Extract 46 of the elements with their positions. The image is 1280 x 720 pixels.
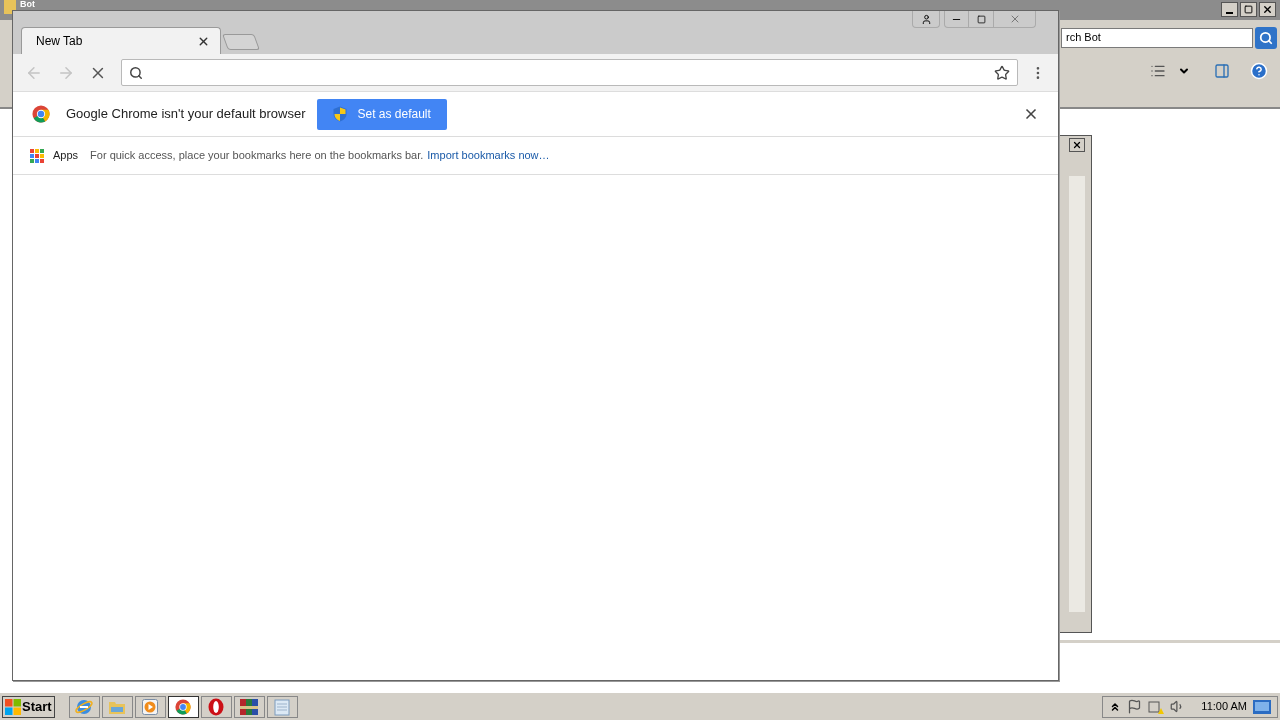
address-field[interactable] — [120, 59, 1019, 86]
window-title: Bot — [20, 0, 35, 9]
globe-icon — [75, 697, 94, 716]
chrome-logo-icon — [175, 698, 192, 715]
clock[interactable]: 11:00 AM — [1201, 698, 1247, 715]
books-icon — [239, 697, 260, 716]
close-button[interactable] — [1259, 2, 1276, 17]
search-icon — [128, 65, 143, 80]
apps-label[interactable]: Apps — [53, 147, 79, 164]
close-icon — [1072, 140, 1082, 150]
close-icon — [1262, 4, 1273, 15]
bookmarks-hint: For quick access, place your bookmarks here on the bookmarks bar. — [90, 148, 424, 164]
desktop-icon[interactable] — [1253, 699, 1271, 714]
maximize-button[interactable] — [969, 11, 994, 28]
taskbar-button[interactable] — [200, 695, 232, 718]
notepad-icon — [274, 697, 291, 716]
restore-icon — [1244, 5, 1253, 14]
folder-icon — [4, 0, 16, 14]
search-button[interactable] — [1255, 26, 1277, 49]
shield-icon — [333, 106, 348, 122]
view-icon[interactable] — [1150, 63, 1166, 79]
start-button[interactable]: Start — [2, 695, 55, 718]
chrome-logo-icon — [32, 105, 50, 123]
maximize-icon — [976, 14, 986, 24]
taskbar-button[interactable] — [167, 695, 199, 718]
profile-button[interactable] — [912, 11, 940, 28]
flag-icon[interactable] — [1127, 699, 1143, 714]
person-icon — [920, 13, 932, 25]
scrollbar[interactable] — [1069, 176, 1085, 612]
apps-icon[interactable] — [30, 148, 44, 163]
windows-logo-icon — [5, 698, 21, 715]
import-bookmarks-link[interactable]: Import bookmarks now… — [427, 147, 550, 164]
search-field[interactable]: rch Bot — [1061, 27, 1253, 48]
minimize-icon — [1226, 12, 1233, 14]
browser-tab[interactable]: New Tab — [21, 27, 221, 54]
close-icon[interactable] — [1023, 106, 1039, 122]
ring-icon — [208, 697, 225, 716]
minimize-button[interactable] — [1221, 2, 1238, 17]
play-icon — [142, 698, 159, 715]
close-button[interactable] — [1069, 138, 1085, 152]
pane-icon[interactable] — [1214, 63, 1230, 79]
restore-button[interactable] — [1240, 2, 1257, 17]
help-icon[interactable] — [1250, 62, 1268, 80]
set-default-button[interactable]: Set as default — [317, 98, 447, 130]
infobar-message: Google Chrome isn't your default browser — [66, 105, 306, 124]
star-icon[interactable] — [994, 64, 1011, 81]
